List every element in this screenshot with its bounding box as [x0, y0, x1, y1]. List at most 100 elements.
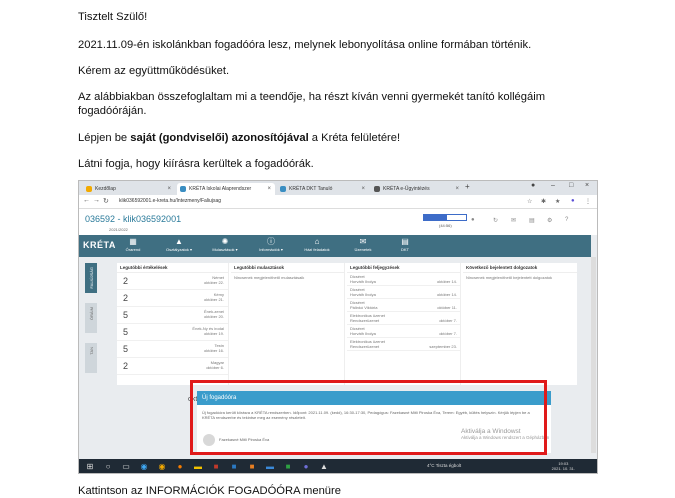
- note-row[interactable]: Dicséret Horváth Ibolya október 14.: [347, 286, 460, 299]
- list-icon[interactable]: ▤: [529, 217, 535, 224]
- grade-date: október 19.: [203, 331, 224, 336]
- menu-messages[interactable]: ✉ Üzenetek: [343, 237, 383, 253]
- grade-row[interactable]: 2 Német október 22.: [117, 273, 228, 290]
- maximize-icon[interactable]: □: [569, 182, 573, 189]
- word-icon[interactable]: ■: [229, 462, 239, 472]
- note-text: Dicséret Pálinkó Viktória: [350, 300, 378, 310]
- session-timer-fill: [424, 215, 448, 220]
- tab-label: Kezdőlap: [95, 186, 116, 192]
- reload-icon[interactable]: ↻: [103, 197, 109, 205]
- browser-tab[interactable]: KRÉTA e-Ügyintézés ×: [371, 183, 463, 195]
- menu-timetable[interactable]: ▦ Órarend: [113, 237, 153, 253]
- grade-row[interactable]: 2 Magyar október 6.: [117, 358, 228, 375]
- dashboard: Legutóbbi értékelések 2 Német október 22. …: [117, 263, 577, 385]
- browser-tab[interactable]: Kezdőlap ×: [83, 183, 175, 195]
- grade-date: október 20.: [203, 314, 224, 319]
- minimize-icon[interactable]: –: [551, 182, 555, 189]
- grade-row[interactable]: 5 Ének-zenei október 20.: [117, 307, 228, 324]
- user-icon[interactable]: ●: [471, 217, 475, 223]
- info-icon: ⓘ: [267, 237, 275, 246]
- paragraph-cooperation: Kérem az együttműködésüket.: [78, 65, 230, 77]
- edge-icon[interactable]: ◉: [139, 462, 149, 472]
- close-icon[interactable]: ×: [361, 183, 365, 195]
- weather-widget[interactable]: 4°C Tiszta égbolt: [427, 463, 461, 468]
- puzzle-icon[interactable]: ✱: [541, 198, 546, 205]
- note-date: október 7.: [439, 318, 457, 323]
- absences-header: Legutóbbi mulasztások: [231, 263, 344, 273]
- app-icon[interactable]: ▲: [319, 462, 329, 472]
- grade-subject: Magyar október 6.: [206, 360, 224, 370]
- powerpoint-icon[interactable]: ■: [247, 462, 257, 472]
- mail-icon[interactable]: ✉: [511, 217, 516, 224]
- kreta-logo[interactable]: KRÉTA: [83, 240, 116, 250]
- close-icon[interactable]: ×: [267, 183, 271, 195]
- grade-value: 2: [123, 276, 129, 286]
- menu-dots-icon[interactable]: ⋮: [585, 198, 591, 205]
- settings-icon[interactable]: ⚙: [547, 217, 552, 224]
- clock[interactable]: 19:03 2021. 10. 31.: [552, 461, 575, 471]
- logout-icon[interactable]: ?: [565, 217, 568, 223]
- menu-label: Információk ▾: [259, 247, 283, 252]
- calendar-icon: ▦: [129, 237, 137, 246]
- grade-row[interactable]: 5 Testn október 16.: [117, 341, 228, 358]
- absences-empty: Nincsenek megjeleníthető mulasztásaik: [234, 275, 305, 280]
- firefox-icon[interactable]: ●: [175, 462, 185, 472]
- note-row[interactable]: Elektronikus üzenet Rendszerüzenet szeptem…: [347, 338, 460, 351]
- browser-tabbar: Kezdőlap × KRÉTA Iskolai Alaprendszer × KR…: [79, 181, 597, 195]
- scrollbar[interactable]: [591, 257, 596, 453]
- login-text-post: a Kréta felületére!: [308, 132, 401, 144]
- profile-icon[interactable]: ●: [531, 182, 535, 189]
- excel-icon[interactable]: ■: [283, 462, 293, 472]
- menu-dkt[interactable]: ▤ DKT: [385, 237, 425, 253]
- grade-value: 5: [123, 310, 129, 320]
- menu-homework[interactable]: ⌂ Házi feladatok: [297, 237, 337, 253]
- exams-panel: Következő bejelentett dolgozatok Nincsen…: [463, 263, 577, 385]
- grade-date: október 21.: [203, 297, 224, 302]
- note-row[interactable]: Elektronikus üzenet Rendszerüzenet október…: [347, 312, 460, 325]
- tab-favicon: [180, 186, 186, 192]
- address-bar[interactable]: klik036592001.e-kreta.hu/Intezmeny/Faliu…: [119, 198, 221, 204]
- back-icon[interactable]: ←: [83, 197, 90, 204]
- refresh-icon[interactable]: ↻: [493, 217, 498, 224]
- forward-icon[interactable]: →: [93, 197, 100, 204]
- side-tab-lessons[interactable]: ÓRÁIM: [85, 303, 97, 333]
- office-icon[interactable]: ■: [211, 462, 221, 472]
- note-row[interactable]: Dicséret Horváth Ibolya október 14.: [347, 273, 460, 286]
- menu-grades[interactable]: ▲ Osztályzatok ▾: [159, 237, 199, 253]
- close-icon[interactable]: ×: [455, 183, 459, 195]
- note-date: október 14.: [436, 292, 457, 297]
- note-row[interactable]: Dicséret Pálinkó Viktória október 11.: [347, 299, 460, 312]
- new-tab-icon[interactable]: +: [465, 182, 470, 191]
- windows-start-icon[interactable]: ⊞: [85, 462, 95, 472]
- grade-row[interactable]: 2 Kémy október 21.: [117, 290, 228, 307]
- extensions-icon[interactable]: ☆: [527, 198, 532, 205]
- browser-tab-active[interactable]: KRÉTA Iskolai Alaprendszer ×: [177, 183, 275, 195]
- menu-information[interactable]: ⓘ Információk ▾: [251, 237, 291, 253]
- grade-value: 5: [123, 327, 129, 337]
- notes-panel: Legutóbbi feljegyzések Dicséret Horváth I…: [347, 263, 461, 385]
- browser-tab[interactable]: KRÉTA DKT Tanuló ×: [277, 183, 369, 195]
- teams-icon[interactable]: ●: [301, 462, 311, 472]
- grade-row[interactable]: 5 Ének-Ny és irodal október 19.: [117, 324, 228, 341]
- side-tab-bulletin[interactable]: FALIÚJSÁG: [85, 263, 97, 293]
- side-tab-tan[interactable]: TAN: [85, 343, 97, 373]
- mail-app-icon[interactable]: ▬: [265, 462, 275, 472]
- absences-panel: Legutóbbi mulasztások Nincsenek megjelen…: [231, 263, 345, 385]
- note-row[interactable]: Dicséret Horváth Ibolya október 7.: [347, 325, 460, 338]
- grade-subject: Ének-zenei október 20.: [204, 309, 224, 319]
- chrome-icon[interactable]: ◉: [157, 462, 167, 472]
- paragraph-summary: Az alábbiakban összefoglaltam mi a teend…: [78, 91, 546, 117]
- tab-label: KRÉTA Iskolai Alaprendszer: [189, 186, 252, 192]
- close-icon[interactable]: ×: [167, 183, 171, 195]
- avatar-icon[interactable]: ●: [571, 198, 575, 204]
- search-icon[interactable]: ○: [103, 462, 113, 472]
- folder-icon[interactable]: ▬: [193, 462, 203, 472]
- bookmark-icon[interactable]: ★: [555, 198, 560, 205]
- task-view-icon[interactable]: ▭: [121, 462, 131, 472]
- menu-label: Házi feladatok: [304, 247, 330, 252]
- menu-absences[interactable]: ✺ Mulasztások ▾: [205, 237, 245, 253]
- grades-header: Legutóbbi értékelések: [117, 263, 228, 273]
- grade-value: 2: [123, 361, 129, 371]
- grade-date: október 6.: [206, 365, 224, 370]
- window-close-icon[interactable]: ×: [585, 182, 589, 189]
